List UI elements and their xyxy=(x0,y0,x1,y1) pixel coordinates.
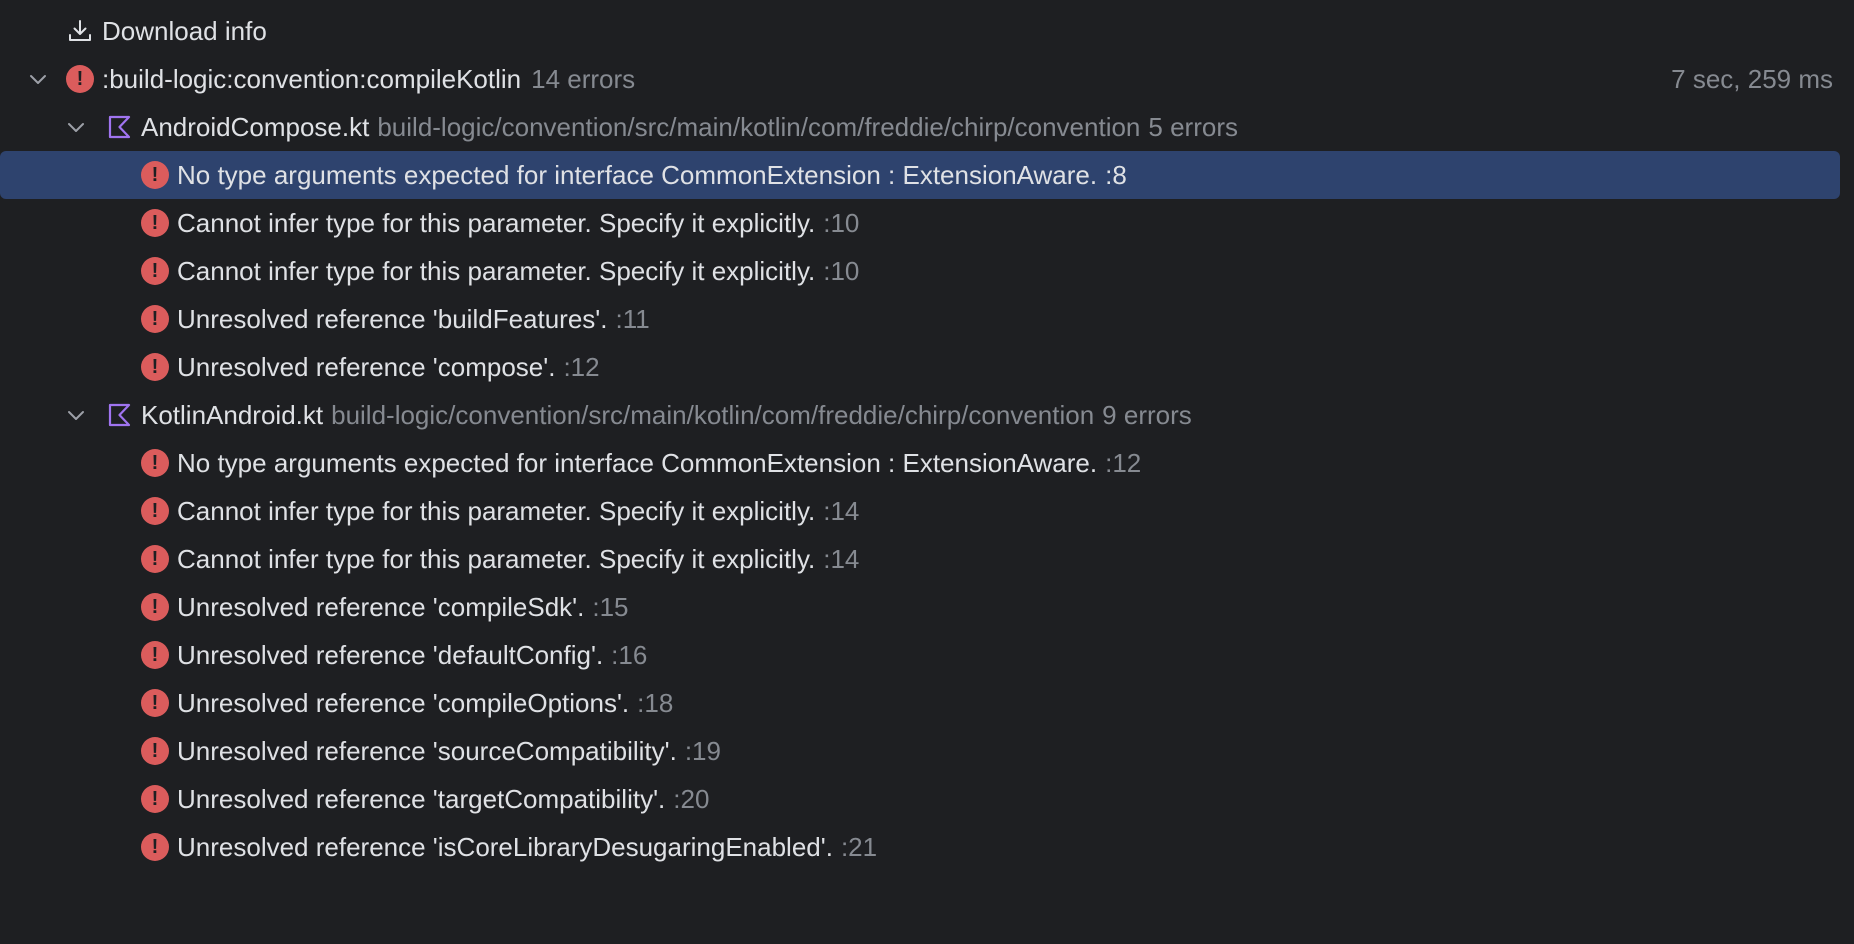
error-message: No type arguments expected for interface… xyxy=(177,447,1098,478)
error-line: :15 xyxy=(592,591,629,622)
file-row[interactable]: AndroidCompose.kt build-logic/convention… xyxy=(0,103,1854,151)
error-line: :18 xyxy=(637,687,674,718)
file-name: KotlinAndroid.kt xyxy=(141,399,324,430)
error-row[interactable]: ! Unresolved reference 'targetCompatibil… xyxy=(0,775,1854,823)
download-info-row[interactable]: Download info xyxy=(0,7,1854,55)
task-duration: 7 sec, 259 ms xyxy=(1671,63,1833,94)
error-icon: ! xyxy=(141,689,169,717)
error-line: :19 xyxy=(684,735,721,766)
error-row[interactable]: ! Unresolved reference 'compileOptions'.… xyxy=(0,679,1854,727)
error-message: Unresolved reference 'compileOptions'. xyxy=(177,687,630,718)
error-icon: ! xyxy=(141,593,169,621)
kotlin-file-icon xyxy=(105,113,133,141)
error-message: Unresolved reference 'defaultConfig'. xyxy=(177,639,604,670)
error-row[interactable]: ! Cannot infer type for this parameter. … xyxy=(0,199,1854,247)
error-line: :21 xyxy=(840,831,878,862)
file-row[interactable]: KotlinAndroid.kt build-logic/convention/… xyxy=(0,391,1854,439)
error-message: Unresolved reference 'compose'. xyxy=(177,351,556,382)
error-line: :12 xyxy=(1105,447,1142,478)
error-line: :14 xyxy=(823,543,860,574)
error-icon: ! xyxy=(141,305,169,333)
error-row[interactable]: ! Unresolved reference 'compose'. :12 xyxy=(0,343,1854,391)
error-line: :10 xyxy=(823,207,860,238)
error-row[interactable]: ! Unresolved reference 'sourceCompatibil… xyxy=(0,727,1854,775)
file-error-count: 9 errors xyxy=(1102,399,1192,430)
error-row[interactable]: ! Unresolved reference 'isCoreLibraryDes… xyxy=(0,823,1854,871)
error-message: Unresolved reference 'sourceCompatibilit… xyxy=(177,735,677,766)
error-message: Cannot infer type for this parameter. Sp… xyxy=(177,495,816,526)
task-name: :build-logic:convention:compileKotlin xyxy=(102,63,522,94)
error-line: :16 xyxy=(611,639,648,670)
download-info-label: Download info xyxy=(102,15,267,46)
error-line: :8 xyxy=(1105,159,1127,190)
error-icon: ! xyxy=(141,545,169,573)
error-row[interactable]: ! No type arguments expected for interfa… xyxy=(0,151,1840,199)
error-icon: ! xyxy=(141,785,169,813)
error-line: :10 xyxy=(823,255,860,286)
error-message: Unresolved reference 'buildFeatures'. xyxy=(177,303,608,334)
kotlin-file-icon xyxy=(105,401,133,429)
error-icon: ! xyxy=(141,257,169,285)
error-message: Unresolved reference 'isCoreLibraryDesug… xyxy=(177,831,833,862)
task-error-count: 14 errors xyxy=(531,63,636,94)
chevron-down-icon[interactable] xyxy=(26,67,50,91)
error-line: :11 xyxy=(615,303,650,334)
error-row[interactable]: ! Cannot infer type for this parameter. … xyxy=(0,535,1854,583)
file-path: build-logic/convention/src/main/kotlin/c… xyxy=(331,399,1095,430)
download-icon xyxy=(66,17,94,45)
error-icon: ! xyxy=(141,161,169,189)
error-line: :20 xyxy=(673,783,710,814)
error-row[interactable]: ! Unresolved reference 'buildFeatures'. … xyxy=(0,295,1854,343)
error-icon: ! xyxy=(141,209,169,237)
file-error-count: 5 errors xyxy=(1148,111,1238,142)
error-icon: ! xyxy=(141,353,169,381)
task-row[interactable]: ! :build-logic:convention:compileKotlin … xyxy=(0,55,1854,103)
error-message: Cannot infer type for this parameter. Sp… xyxy=(177,207,816,238)
error-message: Cannot infer type for this parameter. Sp… xyxy=(177,255,816,286)
error-row[interactable]: ! Cannot infer type for this parameter. … xyxy=(0,487,1854,535)
error-message: Unresolved reference 'targetCompatibilit… xyxy=(177,783,666,814)
error-icon: ! xyxy=(141,497,169,525)
error-line: :14 xyxy=(823,495,860,526)
error-message: No type arguments expected for interface… xyxy=(177,159,1098,190)
error-icon: ! xyxy=(141,641,169,669)
error-row[interactable]: ! Unresolved reference 'defaultConfig'. … xyxy=(0,631,1854,679)
error-row[interactable]: ! Cannot infer type for this parameter. … xyxy=(0,247,1854,295)
error-row[interactable]: ! Unresolved reference 'compileSdk'. :15 xyxy=(0,583,1854,631)
build-output-tree: Download info ! :build-logic:convention:… xyxy=(0,7,1854,871)
chevron-down-icon[interactable] xyxy=(64,403,88,427)
error-icon: ! xyxy=(66,65,94,93)
error-message: Cannot infer type for this parameter. Sp… xyxy=(177,543,816,574)
error-icon: ! xyxy=(141,737,169,765)
error-line: :12 xyxy=(563,351,600,382)
error-message: Unresolved reference 'compileSdk'. xyxy=(177,591,585,622)
error-icon: ! xyxy=(141,833,169,861)
file-path: build-logic/convention/src/main/kotlin/c… xyxy=(377,111,1141,142)
chevron-down-icon[interactable] xyxy=(64,115,88,139)
error-icon: ! xyxy=(141,449,169,477)
file-name: AndroidCompose.kt xyxy=(141,111,370,142)
error-row[interactable]: ! No type arguments expected for interfa… xyxy=(0,439,1854,487)
